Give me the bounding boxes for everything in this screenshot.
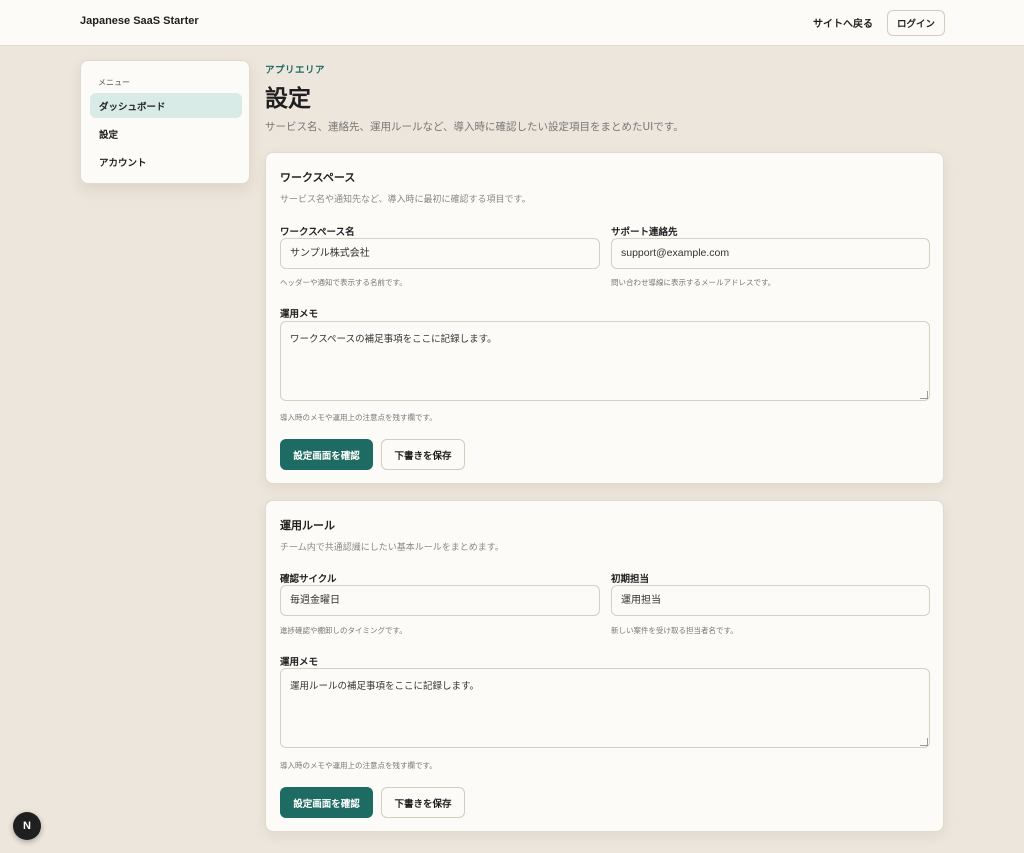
menu-heading: メニュー bbox=[98, 78, 130, 87]
initial-owner-input[interactable]: 運用担当 bbox=[611, 585, 930, 616]
workspace-name-input[interactable]: サンプル株式会社 bbox=[280, 238, 600, 269]
card-description: チーム内で共通認識にしたい基本ルールをまとめます。 bbox=[280, 543, 504, 553]
workspace-memo-hint: 導入時のメモや運用上の注意点を残す欄です。 bbox=[280, 413, 437, 422]
dev-indicator-badge[interactable]: N bbox=[13, 812, 41, 840]
support-contact-hint: 問い合わせ導線に表示するメールアドレスです。 bbox=[611, 278, 776, 287]
section-eyebrow: アプリエリア bbox=[265, 65, 326, 76]
card-title: ワークスペース bbox=[280, 171, 356, 184]
workspace-memo-label: 運用メモ bbox=[280, 309, 319, 320]
rules-memo-textarea[interactable]: 運用ルールの補足事項をここに記録します。 bbox=[280, 668, 930, 748]
initial-owner-label: 初期担当 bbox=[611, 574, 650, 585]
initial-owner-hint: 新しい案件を受け取る担当者名です。 bbox=[611, 626, 738, 635]
confirm-settings-button[interactable]: 設定画面を確認 bbox=[280, 787, 373, 818]
sidebar-item-settings[interactable]: 設定 bbox=[90, 121, 242, 146]
save-draft-button[interactable]: 下書きを保存 bbox=[381, 439, 465, 470]
login-button[interactable]: ログイン bbox=[887, 10, 945, 36]
sidebar-menu: メニュー ダッシュボード 設定 アカウント bbox=[80, 60, 250, 184]
card-title: 運用ルール bbox=[280, 519, 335, 532]
page-description: サービス名、連絡先、運用ルールなど、導入時に確認したい設定項目をまとめたUIです… bbox=[265, 121, 684, 133]
page-title: 設定 bbox=[265, 86, 311, 112]
resize-handle-icon[interactable] bbox=[920, 738, 928, 746]
sidebar-item-account[interactable]: アカウント bbox=[90, 149, 242, 174]
workspace-name-label: ワークスペース名 bbox=[280, 227, 355, 238]
workspace-name-hint: ヘッダーや通知で表示する名前です。 bbox=[280, 278, 407, 287]
workspace-card: ワークスペース サービス名や通知先など、導入時に最初に確認する項目です。 ワーク… bbox=[265, 152, 944, 484]
support-contact-input[interactable]: support@example.com bbox=[611, 238, 930, 269]
review-cycle-input[interactable]: 毎週金曜日 bbox=[280, 585, 600, 616]
workspace-memo-textarea[interactable]: ワークスペースの補足事項をここに記録します。 bbox=[280, 321, 930, 401]
brand-logo-link[interactable]: Japanese SaaS Starter bbox=[80, 15, 199, 27]
review-cycle-hint: 進捗確認や棚卸しのタイミングです。 bbox=[280, 626, 407, 635]
review-cycle-label: 確認サイクル bbox=[280, 574, 337, 585]
back-to-site-link[interactable]: サイトへ戻る bbox=[813, 15, 873, 30]
operation-rules-card: 運用ルール チーム内で共通認識にしたい基本ルールをまとめます。 確認サイクル 毎… bbox=[265, 500, 944, 832]
sidebar-item-dashboard[interactable]: ダッシュボード bbox=[90, 93, 242, 118]
card-description: サービス名や通知先など、導入時に最初に確認する項目です。 bbox=[280, 195, 531, 205]
rules-memo-label: 運用メモ bbox=[280, 657, 319, 668]
rules-memo-hint: 導入時のメモや運用上の注意点を残す欄です。 bbox=[280, 761, 437, 770]
confirm-settings-button[interactable]: 設定画面を確認 bbox=[280, 439, 373, 470]
resize-handle-icon[interactable] bbox=[920, 391, 928, 399]
support-contact-label: サポート連絡先 bbox=[611, 227, 678, 238]
top-bar: Japanese SaaS Starter サイトへ戻る ログイン bbox=[0, 0, 1024, 46]
save-draft-button[interactable]: 下書きを保存 bbox=[381, 787, 465, 818]
